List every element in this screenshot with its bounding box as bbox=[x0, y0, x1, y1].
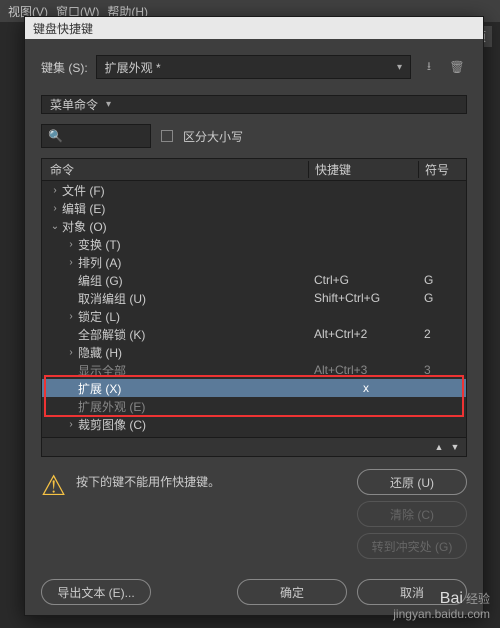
table-row[interactable]: ›文件 (F) bbox=[42, 181, 466, 199]
undo-button[interactable]: 还原 (U) bbox=[357, 469, 467, 495]
tree-toggle-icon[interactable]: › bbox=[48, 185, 62, 196]
clear-button[interactable]: 清除 (C) bbox=[357, 501, 467, 527]
shortcuts-dialog: 键盘快捷键 键集 (S): 扩展外观 * ▾ ⭳ 🗑 菜单命令 ▾ 🔍 区分大小… bbox=[24, 16, 484, 616]
tree-toggle-icon[interactable]: › bbox=[64, 419, 78, 430]
search-input[interactable] bbox=[63, 129, 144, 143]
table-row[interactable]: 取消编组 (U) Shift+Ctrl+GG bbox=[42, 289, 466, 307]
warning-text: 按下的键不能用作快捷键。 bbox=[76, 469, 347, 490]
dialog-titlebar: 键盘快捷键 bbox=[25, 17, 483, 39]
table-row[interactable]: ›变换 (T) bbox=[42, 235, 466, 253]
dialog-title: 键盘快捷键 bbox=[33, 20, 93, 37]
table-body: ›文件 (F)›编辑 (E)⌄对象 (O)›变换 (T)›排列 (A)编组 (G… bbox=[42, 181, 466, 437]
shortcuts-table: 命令 快捷键 符号 ›文件 (F)›编辑 (E)⌄对象 (O)›变换 (T)›排… bbox=[41, 158, 467, 457]
row-shortcut[interactable]: Alt+Ctrl+2 bbox=[308, 327, 418, 341]
watermark: Bai 经验 jingyan.baidu.com bbox=[393, 592, 490, 622]
row-label: 全部解锁 (K) bbox=[78, 326, 145, 343]
row-label: 变换 (T) bbox=[78, 236, 121, 253]
keyset-value: 扩展外观 * bbox=[105, 59, 161, 76]
row-label: 裁剪图像 (C) bbox=[78, 416, 146, 433]
row-label: 取消编组 (U) bbox=[78, 290, 146, 307]
col-symbol[interactable]: 符号 bbox=[418, 161, 466, 178]
table-row[interactable]: 编组 (G) Ctrl+GG bbox=[42, 271, 466, 289]
row-symbol: 2 bbox=[418, 327, 466, 341]
keyset-select[interactable]: 扩展外观 * ▾ bbox=[96, 55, 411, 79]
table-row[interactable]: ⌄对象 (O) bbox=[42, 217, 466, 235]
save-keyset-icon[interactable]: ⭳ bbox=[419, 57, 439, 77]
case-checkbox[interactable] bbox=[161, 130, 173, 142]
row-label: 编辑 (E) bbox=[62, 200, 105, 217]
row-symbol: G bbox=[418, 273, 466, 287]
ok-button[interactable]: 确定 bbox=[237, 579, 347, 605]
row-label: 隐藏 (H) bbox=[78, 344, 122, 361]
table-row[interactable]: ›隐藏 (H) bbox=[42, 343, 466, 361]
table-row[interactable]: ›裁剪图像 (C) bbox=[42, 415, 466, 433]
row-label: 文件 (F) bbox=[62, 182, 105, 199]
search-box[interactable]: 🔍 bbox=[41, 124, 151, 148]
table-row[interactable]: ›排列 (A) bbox=[42, 253, 466, 271]
scroll-down-icon[interactable]: ▼ bbox=[448, 440, 462, 454]
delete-keyset-icon[interactable]: 🗑 bbox=[447, 57, 467, 77]
tree-toggle-icon[interactable]: › bbox=[64, 257, 78, 268]
watermark-logo: Bai bbox=[440, 590, 463, 607]
row-label: 排列 (A) bbox=[78, 254, 121, 271]
export-text-button[interactable]: 导出文本 (E)... bbox=[41, 579, 151, 605]
table-row[interactable]: ›编辑 (E) bbox=[42, 199, 466, 217]
row-label: 编组 (G) bbox=[78, 272, 123, 289]
table-header: 命令 快捷键 符号 bbox=[42, 159, 466, 181]
watermark-url: jingyan.baidu.com bbox=[393, 607, 490, 621]
tree-toggle-icon[interactable]: › bbox=[64, 239, 78, 250]
col-command[interactable]: 命令 bbox=[42, 161, 308, 178]
case-label: 区分大小写 bbox=[183, 128, 243, 145]
row-shortcut[interactable]: Shift+Ctrl+G bbox=[308, 291, 418, 305]
col-shortcut[interactable]: 快捷键 bbox=[308, 161, 418, 178]
section-value: 菜单命令 bbox=[50, 96, 98, 113]
row-label: 对象 (O) bbox=[62, 218, 107, 235]
table-row[interactable]: ›锁定 (L) bbox=[42, 307, 466, 325]
tree-toggle-icon[interactable]: › bbox=[64, 347, 78, 358]
tree-toggle-icon[interactable]: › bbox=[64, 311, 78, 322]
highlight-box bbox=[44, 375, 464, 417]
row-label: 锁定 (L) bbox=[78, 308, 120, 325]
goto-conflict-button[interactable]: 转到冲突处 (G) bbox=[357, 533, 467, 559]
warning-icon: ⚠ bbox=[41, 469, 66, 502]
tree-toggle-icon[interactable]: › bbox=[48, 203, 62, 214]
chevron-down-icon: ▾ bbox=[397, 62, 402, 73]
tree-toggle-icon[interactable]: ⌄ bbox=[48, 221, 62, 232]
row-shortcut[interactable]: Ctrl+G bbox=[308, 273, 418, 287]
table-row[interactable]: 全部解锁 (K) Alt+Ctrl+22 bbox=[42, 325, 466, 343]
chevron-down-icon: ▾ bbox=[106, 99, 111, 110]
section-select[interactable]: 菜单命令 ▾ bbox=[41, 95, 467, 114]
row-symbol: G bbox=[418, 291, 466, 305]
scroll-up-icon[interactable]: ▲ bbox=[432, 440, 446, 454]
keyset-label: 键集 (S): bbox=[41, 59, 88, 76]
search-icon: 🔍 bbox=[48, 129, 63, 143]
